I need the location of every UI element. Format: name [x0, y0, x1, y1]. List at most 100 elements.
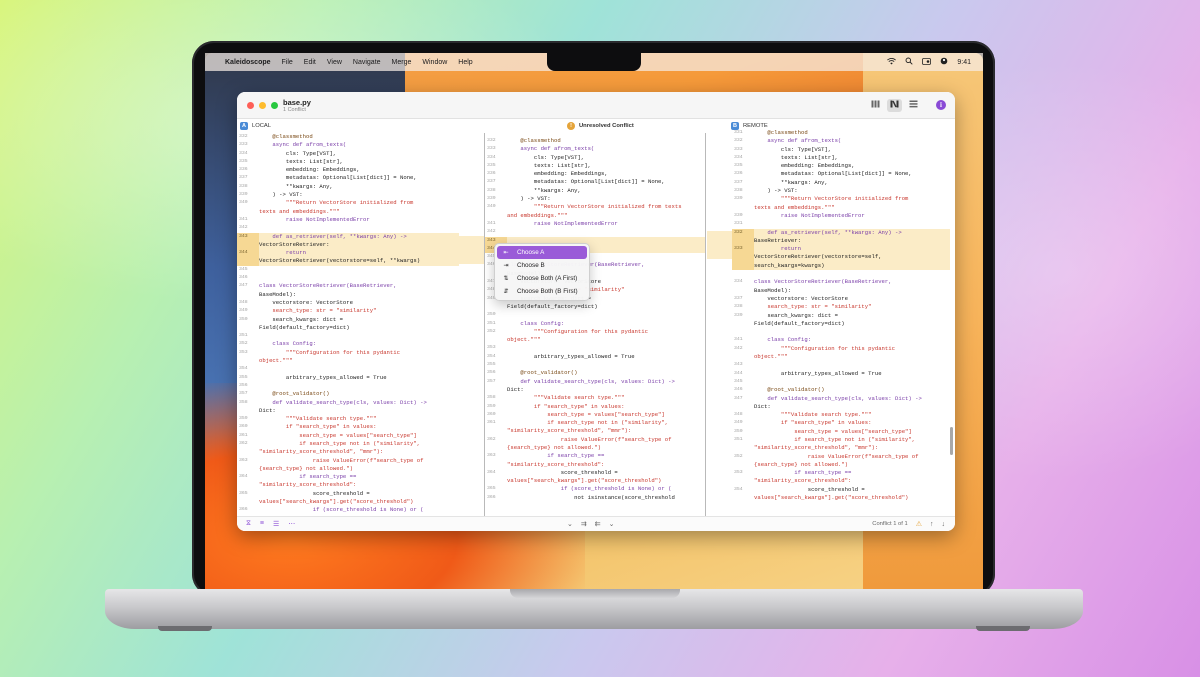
code-line[interactable]: 330 raise NotImplementedError — [732, 212, 950, 220]
code-line[interactable]: 348 vectorstore: VectorStore — [237, 299, 459, 307]
code-line[interactable]: 334 class VectorStoreRetriever(BaseRetrie… — [732, 278, 950, 286]
code-line[interactable]: 332 async def afrom_texts( — [732, 137, 950, 145]
code-line[interactable]: 350 search_kwargs: dict = — [237, 316, 459, 324]
code-line[interactable]: 346 @root_validator() — [732, 386, 950, 394]
code-line[interactable]: 364 score_threshold = — [485, 469, 705, 477]
code-line[interactable]: 350 — [485, 311, 705, 319]
code-line[interactable]: 343 — [732, 361, 950, 369]
code-line[interactable]: 349 search_type: str = "similarity" — [237, 307, 459, 315]
code-line[interactable]: BaseRetriever: — [732, 236, 950, 246]
code-line[interactable] — [732, 270, 950, 278]
remote-code-pane[interactable]: 331 @classmethod 332 async def afrom_text… — [732, 129, 950, 516]
code-line[interactable]: 332 def as_retriever(self, **kwargs: Any… — [732, 228, 950, 237]
code-line[interactable]: texts and embeddings.""" — [237, 208, 459, 216]
code-line[interactable]: Field(default_factory=dict) — [732, 320, 950, 328]
code-line[interactable]: "similarity_score_threshold": — [237, 481, 459, 489]
code-line[interactable]: 358 """Validate search type.""" — [485, 394, 705, 402]
code-line[interactable]: 362 raise ValueError(f"search_type of — [485, 436, 705, 444]
code-line[interactable]: values["search_kwargs"].get("score_thres… — [732, 494, 950, 502]
previous-conflict-icon[interactable]: ↑ — [930, 521, 934, 528]
code-line[interactable]: 341 class Config: — [732, 336, 950, 344]
code-line[interactable]: 351 class Config: — [485, 320, 705, 328]
code-line[interactable]: 356 @root_validator() — [485, 369, 705, 377]
code-line[interactable]: 349 if "search_type" in values: — [732, 419, 950, 427]
menu-window[interactable]: Window — [422, 59, 447, 66]
text-style-icon[interactable]: ⧖ — [246, 520, 251, 528]
code-line[interactable]: 337 metadatas: Optional[List[dict]] = No… — [237, 174, 459, 182]
code-line[interactable]: BaseModel): — [732, 287, 950, 295]
code-line[interactable]: 363 if search_type == — [485, 452, 705, 460]
code-line[interactable]: 338 search_type: str = "similarity" — [732, 303, 950, 311]
code-line[interactable]: 345 — [732, 378, 950, 386]
choose-b-menu-item[interactable]: ⇥ Choose B — [497, 259, 587, 272]
code-line[interactable]: 333 async def afrom_texts( — [237, 141, 459, 149]
code-line[interactable]: 334 cls: Type[VST], — [237, 150, 459, 158]
code-line[interactable]: BaseModel): — [237, 291, 459, 299]
merge-view-icon[interactable] — [887, 99, 902, 112]
code-line[interactable]: 343 def as_retriever(self, **kwargs: Any… — [237, 232, 459, 241]
close-window-button[interactable] — [247, 102, 254, 109]
code-line[interactable]: 337 metadatas: Optional[List[dict]] = No… — [485, 178, 705, 186]
code-line[interactable]: 346 — [237, 274, 459, 282]
code-line[interactable]: values["search_kwargs"].get("score_thres… — [485, 477, 705, 485]
code-line[interactable]: 362 if search_type not in ("similarity", — [237, 440, 459, 448]
code-line[interactable]: 339 search_kwargs: dict = — [732, 312, 950, 320]
code-line[interactable]: 331 @classmethod — [732, 129, 950, 137]
code-line[interactable]: 352 class Config: — [237, 340, 459, 348]
code-line[interactable]: 356 — [237, 382, 459, 390]
code-line[interactable]: 339 ) -> VST: — [485, 195, 705, 203]
code-line[interactable]: 334 cls: Type[VST], — [485, 154, 705, 162]
code-line[interactable]: 348 """Validate search type.""" — [732, 411, 950, 419]
code-line[interactable]: 337 **kwargs: Any, — [732, 179, 950, 187]
local-code-pane[interactable]: 332 @classmethod 333 async def afrom_text… — [237, 133, 459, 516]
code-line[interactable]: 331 — [732, 220, 950, 228]
spotlight-search-icon[interactable] — [905, 57, 913, 67]
code-line[interactable]: 333 cls: Type[VST], — [732, 146, 950, 154]
code-line[interactable]: 341 raise NotImplementedError — [485, 220, 705, 228]
code-line[interactable]: 338 **kwargs: Any, — [237, 183, 459, 191]
code-line[interactable]: 339 ) -> VST: — [237, 191, 459, 199]
menu-clock[interactable]: 9:41 — [957, 59, 971, 66]
choose-both-b-first-menu-item[interactable]: ⇵ Choose Both (B First) — [497, 285, 587, 298]
code-line[interactable]: 334 texts: List[str], — [732, 154, 950, 162]
code-line[interactable]: VectorStoreRetriever: — [237, 240, 459, 250]
code-line[interactable]: {search_type} not allowed.") — [732, 461, 950, 469]
chevron-down-icon-2[interactable]: ⌄ — [609, 520, 615, 528]
align-lines-icon[interactable]: ≡ — [260, 520, 264, 528]
code-line[interactable]: and embeddings.""" — [485, 212, 705, 220]
choose-a-menu-item[interactable]: ⇤ Choose A — [497, 246, 587, 259]
code-line[interactable]: 332 @classmethod — [485, 137, 705, 145]
code-line[interactable]: "similarity_score_threshold", "mmr"): — [732, 444, 950, 452]
menu-file[interactable]: File — [282, 59, 293, 66]
zoom-window-button[interactable] — [271, 102, 278, 109]
code-line[interactable]: 337 vectorstore: VectorStore — [732, 295, 950, 303]
code-line[interactable]: 335 texts: List[str], — [485, 162, 705, 170]
code-line[interactable]: 361 search_type = values["search_type"] — [237, 432, 459, 440]
code-line[interactable]: 336 metadatas: Optional[List[dict]] = No… — [732, 170, 950, 178]
menu-edit[interactable]: Edit — [304, 59, 316, 66]
code-line[interactable]: object.""" — [485, 336, 705, 344]
code-line[interactable]: 341 raise NotImplementedError — [237, 216, 459, 224]
choose-both-a-first-menu-item[interactable]: ⇅ Choose Both (A First) — [497, 272, 587, 285]
code-line[interactable]: 351 if search_type not in ("similarity", — [732, 436, 950, 444]
code-line[interactable]: 335 texts: List[str], — [237, 158, 459, 166]
code-line[interactable]: 354 — [237, 365, 459, 373]
menu-navigate[interactable]: Navigate — [353, 59, 381, 66]
code-line[interactable]: 340 """Return VectorStore initialized fr… — [237, 199, 459, 207]
minimize-window-button[interactable] — [259, 102, 266, 109]
menu-app-name[interactable]: Kaleidoscope — [225, 59, 271, 66]
code-line[interactable]: {search_type} not allowed.") — [485, 444, 705, 452]
code-line[interactable]: 338 **kwargs: Any, — [485, 187, 705, 195]
code-line[interactable]: Field(default_factory=dict) — [485, 303, 705, 311]
code-line[interactable]: 357 @root_validator() — [237, 390, 459, 398]
code-line[interactable]: VectorStoreRetriever(vectorstore=self, *… — [237, 257, 459, 266]
code-line[interactable]: search_kwargs=kwargs) — [732, 261, 950, 271]
code-line[interactable]: "similarity_score_threshold": — [732, 477, 950, 485]
code-line[interactable]: 347 class VectorStoreRetriever(BaseRetrie… — [237, 282, 459, 290]
code-line[interactable]: 364 if search_type == — [237, 473, 459, 481]
chevron-down-icon[interactable]: ⌄ — [567, 520, 573, 528]
menu-help[interactable]: Help — [458, 59, 472, 66]
code-line[interactable]: 355 arbitrary_types_allowed = True — [237, 374, 459, 382]
code-line[interactable]: 335 embedding: Embeddings, — [732, 162, 950, 170]
code-line[interactable]: 359 """Validate search type.""" — [237, 415, 459, 423]
